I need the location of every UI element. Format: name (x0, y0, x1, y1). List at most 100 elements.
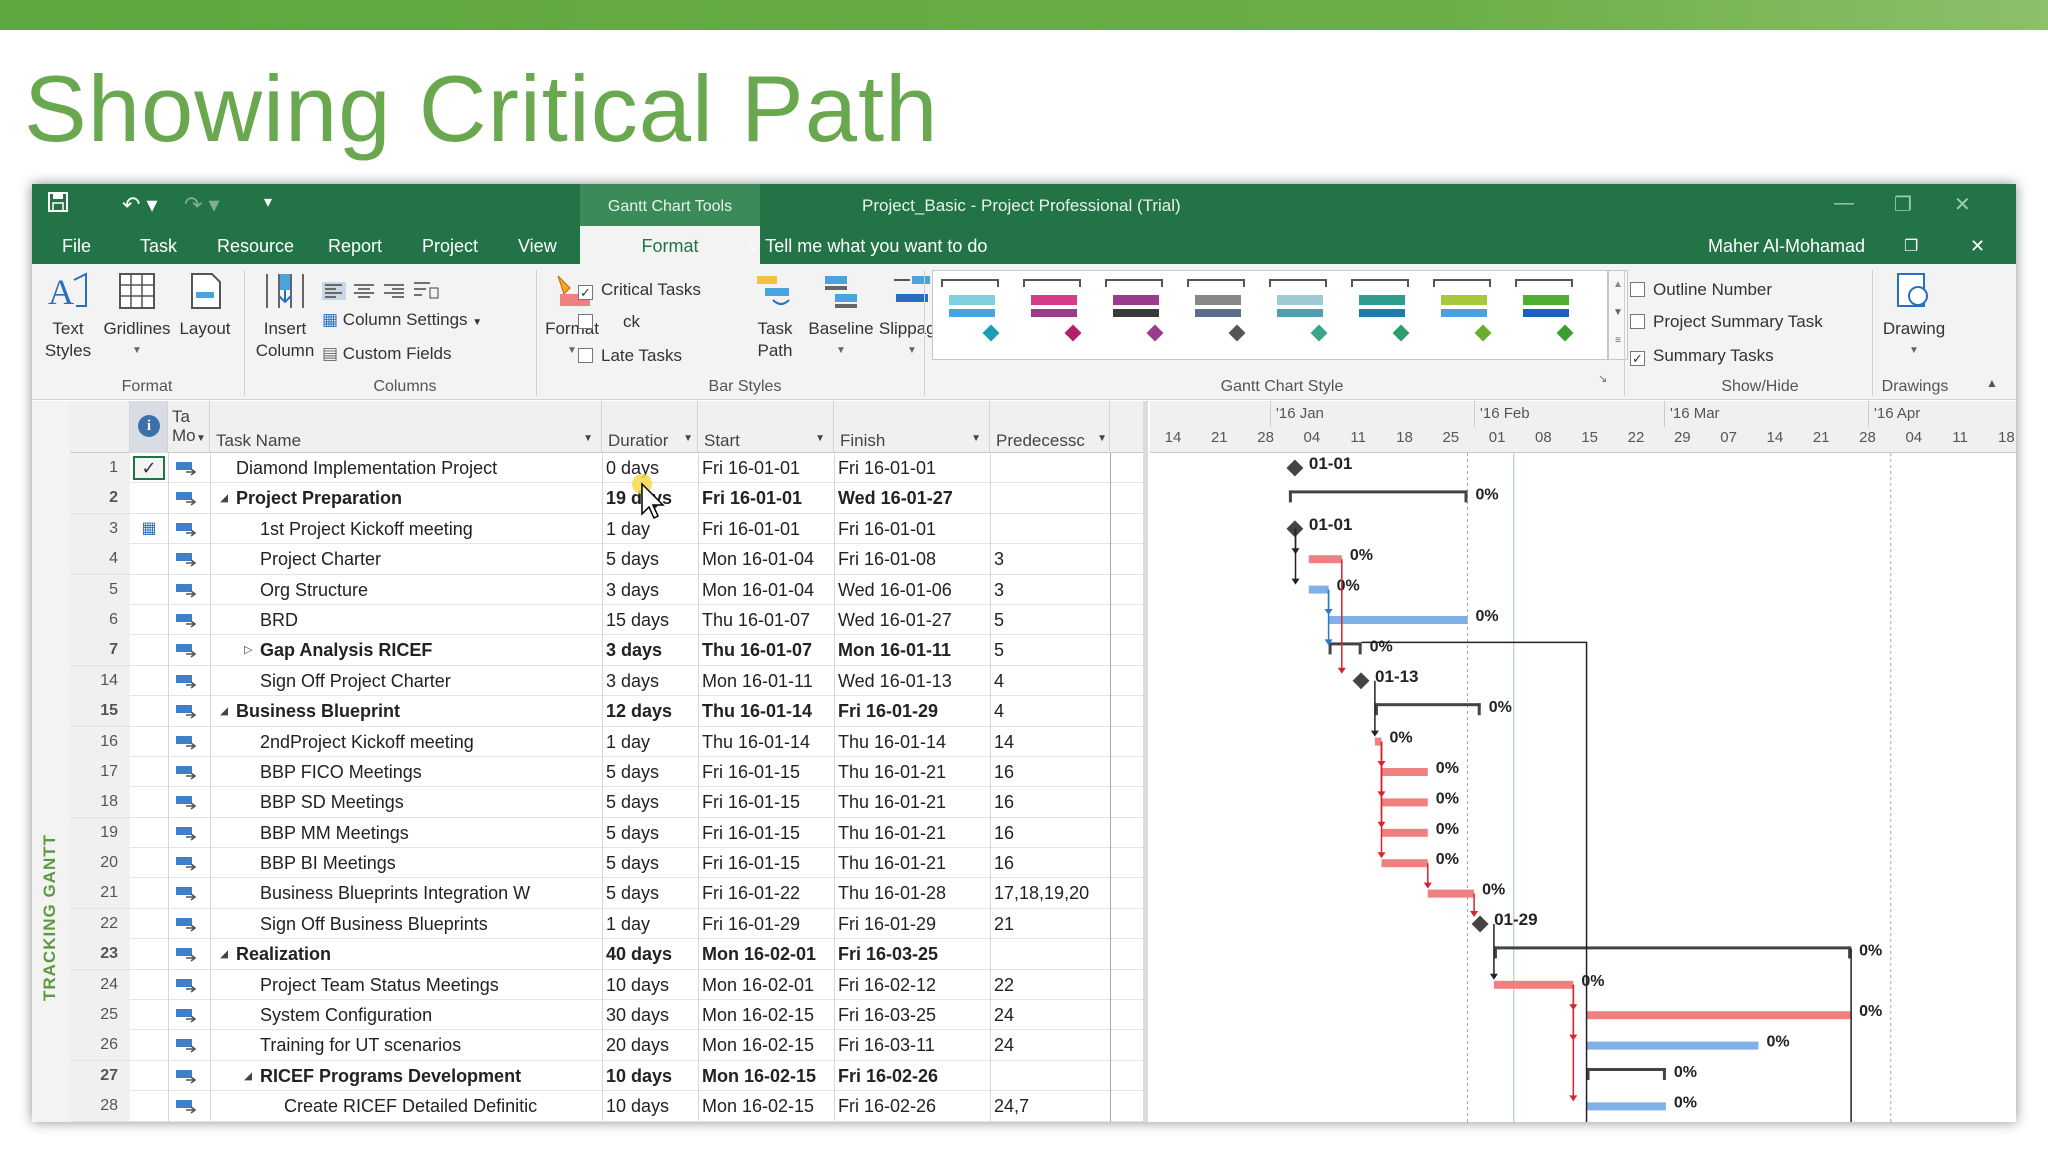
task-mode-icon[interactable] (174, 884, 204, 907)
table-row[interactable]: 1 ✓ Diamond Implementation Project 0 days Fr… (70, 453, 1148, 484)
duration-cell[interactable]: 20 days (606, 1035, 696, 1056)
duration-cell[interactable]: 5 days (606, 823, 696, 844)
start-cell[interactable]: Thu 16-01-07 (702, 610, 832, 631)
finish-cell[interactable]: Fri 16-02-12 (838, 975, 988, 996)
start-cell[interactable]: Thu 16-01-07 (702, 640, 832, 661)
bar-label[interactable]: 0% (1859, 1003, 1882, 1020)
summary-bar-cap[interactable] (1288, 490, 1292, 503)
finish-cell[interactable]: Wed 16-01-27 (838, 610, 988, 631)
custom-fields-button[interactable]: ▤ Custom Fields (322, 344, 451, 364)
milestone-marker[interactable] (1471, 915, 1489, 933)
start-cell[interactable]: Fri 16-01-15 (702, 823, 832, 844)
task-name-cell[interactable]: Gap Analysis RICEF (260, 640, 600, 661)
bar-label[interactable]: 0% (1436, 851, 1459, 868)
task-mode-icon[interactable] (174, 611, 204, 634)
milestone-marker[interactable] (1286, 459, 1304, 477)
task-name-cell[interactable]: Project Charter (260, 549, 600, 570)
bar-label[interactable]: 0% (1767, 1034, 1790, 1051)
predecessors-header[interactable]: Predecessc ▼ (990, 401, 1110, 453)
table-row[interactable]: 21 Business Blueprints Integration W 5 day… (70, 878, 1148, 909)
outline-number-checkbox[interactable]: Outline Number (1630, 280, 1772, 300)
duration-cell[interactable]: 12 days (606, 701, 696, 722)
summary-bar[interactable] (1328, 642, 1362, 646)
predecessors-cell[interactable]: 16 (994, 762, 1106, 783)
task-name-cell[interactable]: Business Blueprint (236, 701, 600, 722)
predecessors-cell[interactable]: 5 (994, 610, 1106, 631)
duration-cell[interactable]: 15 days (606, 610, 696, 631)
bar-label[interactable]: 01-01 (1309, 515, 1352, 534)
row-id[interactable]: 17 (70, 756, 130, 787)
task-path-button[interactable]: Task Path (744, 270, 806, 362)
table-row[interactable]: 17 BBP FICO Meetings 5 days Fri 16-01-15 Thu… (70, 756, 1148, 788)
collapse-icon[interactable]: ◢ (220, 491, 228, 504)
table-row[interactable]: 25 System Configuration 30 days Mon 16-02-1… (70, 1000, 1148, 1031)
gantt-style-swatch[interactable] (941, 279, 1000, 347)
task-mode-icon[interactable] (174, 945, 204, 968)
bar-label[interactable]: 0% (1475, 486, 1498, 503)
bar-label[interactable]: 0% (1859, 942, 1882, 959)
align-right-icon[interactable] (382, 282, 406, 305)
bar-label[interactable]: 0% (1475, 608, 1498, 625)
table-row[interactable]: 5 Org Structure 3 days Mon 16-01-04 Wed 16-0… (70, 574, 1148, 605)
summary-bar[interactable] (1586, 1068, 1666, 1071)
critical-task-bar[interactable] (1493, 980, 1574, 989)
duration-cell[interactable]: 30 days (606, 1005, 696, 1026)
predecessors-cell[interactable]: 24,7 (994, 1096, 1106, 1117)
finish-cell[interactable]: Fri 16-03-25 (838, 1005, 988, 1026)
table-row[interactable]: 28 Create RICEF Detailed Definitic 10 days… (70, 1091, 1148, 1122)
tab-project[interactable]: Project (422, 236, 478, 257)
finish-cell[interactable]: Thu 16-01-28 (838, 883, 988, 904)
align-center-icon[interactable] (352, 282, 376, 305)
duration-cell[interactable]: 10 days (606, 975, 696, 996)
summary-bar-cap[interactable] (1662, 1068, 1666, 1080)
row-id[interactable]: 2 (70, 483, 130, 514)
duration-header[interactable]: Duratior ▼ (602, 401, 698, 453)
critical-task-bar[interactable] (1427, 889, 1475, 898)
bar-label[interactable]: 0% (1350, 547, 1373, 564)
task-mode-icon[interactable] (174, 459, 204, 482)
task-mode-icon[interactable] (174, 1097, 204, 1120)
column-settings-button[interactable]: ▦ Column Settings ▼ (322, 310, 482, 330)
task-mode-icon[interactable] (174, 733, 204, 756)
bar-label[interactable]: 0% (1674, 1094, 1697, 1111)
start-cell[interactable]: Fri 16-01-15 (702, 762, 832, 783)
table-row[interactable]: 27 ◢ RICEF Programs Development 10 days Mon … (70, 1060, 1148, 1092)
indicator-cell[interactable]: ✓ (130, 456, 168, 480)
finish-cell[interactable]: Fri 16-01-29 (838, 914, 988, 935)
predecessors-cell[interactable]: 24 (994, 1005, 1106, 1026)
duration-cell[interactable]: 1 day (606, 732, 696, 753)
row-id[interactable]: 14 (70, 665, 130, 696)
finish-cell[interactable]: Wed 16-01-13 (838, 671, 988, 692)
start-cell[interactable]: Mon 16-02-01 (702, 975, 832, 996)
finish-cell[interactable]: Thu 16-01-21 (838, 853, 988, 874)
baseline-button[interactable]: Baseline ▼ (806, 270, 876, 362)
table-row[interactable]: 24 Project Team Status Meetings 10 days Mon… (70, 969, 1148, 1001)
duration-cell[interactable]: 5 days (606, 549, 696, 570)
critical-task-bar[interactable] (1374, 737, 1382, 746)
task-mode-icon[interactable] (174, 1067, 204, 1090)
finish-cell[interactable]: Mon 16-01-11 (838, 640, 988, 661)
predecessors-cell[interactable]: 22 (994, 975, 1106, 996)
summary-tasks-checkbox[interactable]: ✓ Summary Tasks (1630, 346, 1774, 366)
row-id[interactable]: 1 (70, 453, 130, 483)
expand-icon[interactable]: ▷ (244, 643, 252, 656)
finish-cell[interactable]: Thu 16-01-21 (838, 762, 988, 783)
gantt-style-swatch[interactable] (1515, 279, 1574, 347)
duration-cell[interactable]: 1 day (606, 914, 696, 935)
style-dialog-launcher-icon[interactable]: ↘ (1598, 372, 1607, 385)
restore-icon[interactable]: ❐ (1894, 192, 1912, 217)
task-name-cell[interactable]: Create RICEF Detailed Definitic (284, 1096, 600, 1117)
task-mode-icon[interactable] (174, 763, 204, 786)
critical-tasks-checkbox[interactable]: ✓ Critical Tasks (578, 280, 701, 300)
table-row[interactable]: 22 Sign Off Business Blueprints 1 day Fri 1… (70, 908, 1148, 940)
critical-task-bar[interactable] (1381, 828, 1428, 837)
task-name-cell[interactable]: Sign Off Project Charter (260, 671, 600, 692)
critical-task-bar[interactable] (1586, 1011, 1852, 1020)
row-id[interactable]: 16 (70, 726, 130, 757)
indicator-cell[interactable]: ▦ (130, 517, 168, 538)
bar-label[interactable]: 0% (1581, 973, 1604, 990)
normal-task-bar[interactable] (1328, 616, 1468, 624)
finish-cell[interactable]: Fri 16-03-25 (838, 944, 988, 965)
row-id[interactable]: 27 (70, 1060, 130, 1091)
bar-label[interactable]: 0% (1489, 699, 1512, 716)
